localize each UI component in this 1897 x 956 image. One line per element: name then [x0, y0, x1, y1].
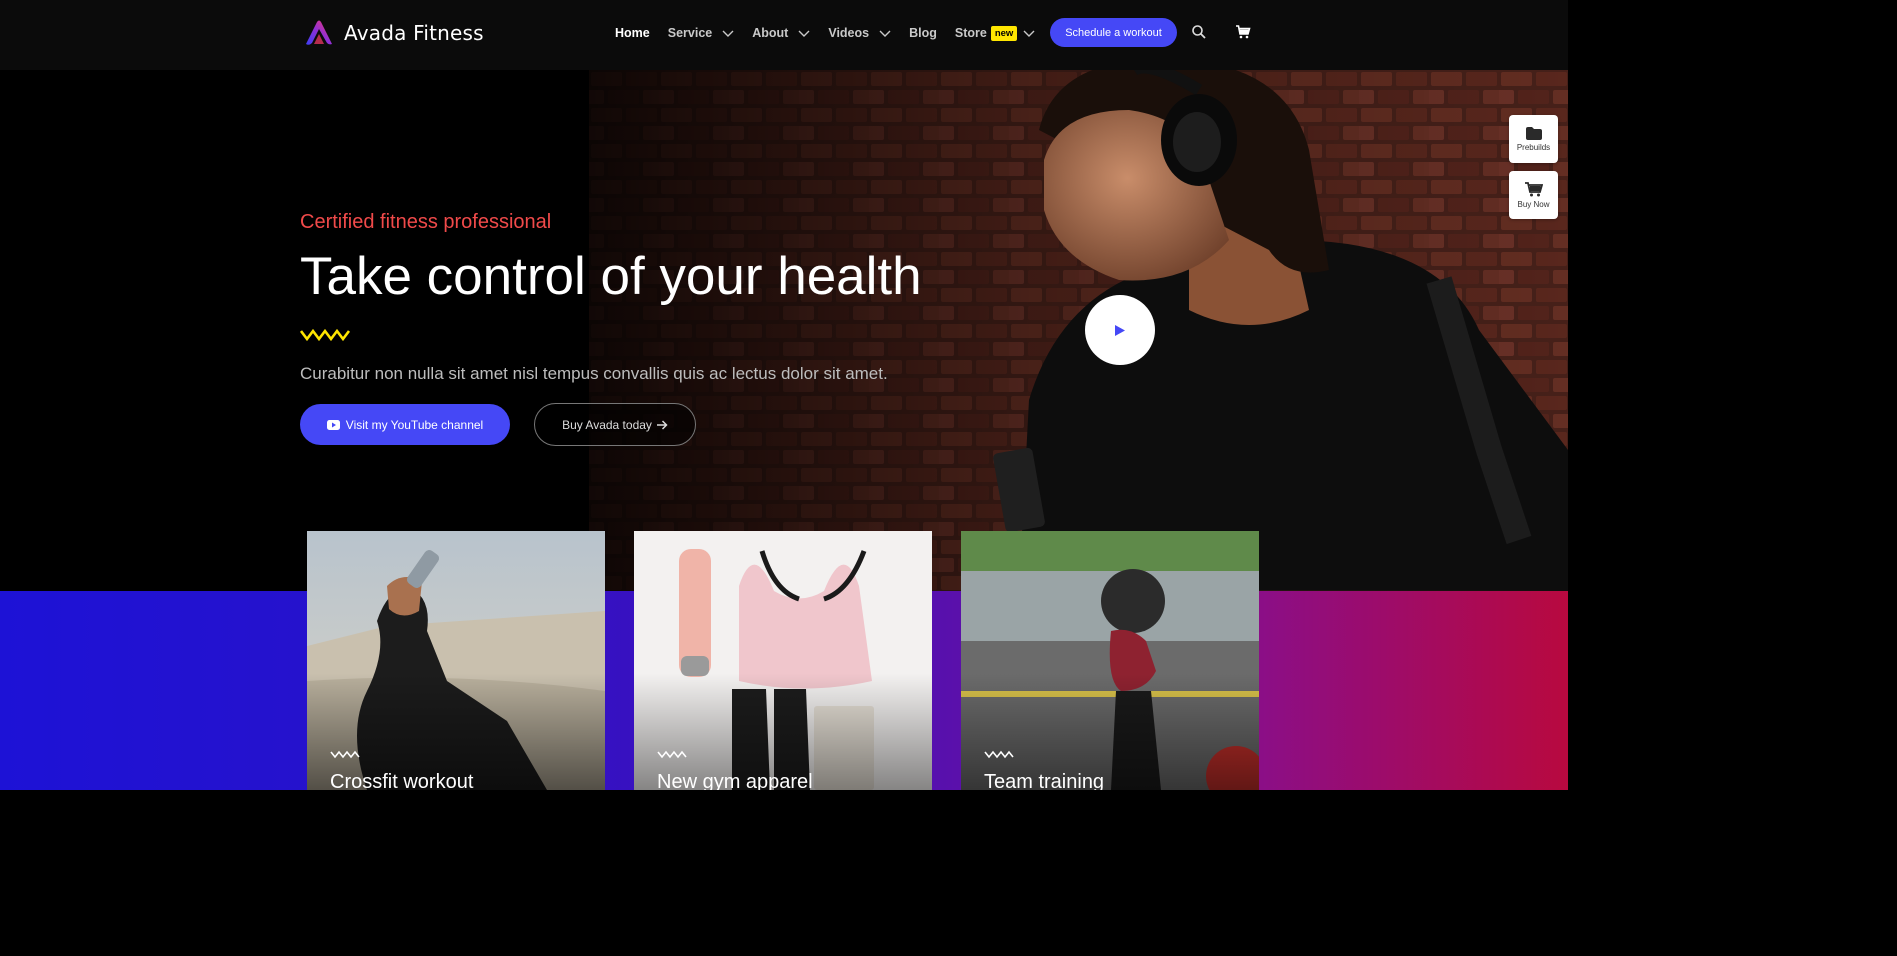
cart-icon — [1524, 181, 1543, 196]
hero-section: Certified fitness professional Take cont… — [0, 70, 1568, 591]
nav-item-home[interactable]: Home — [615, 26, 650, 40]
buy-now-widget[interactable]: Buy Now — [1509, 171, 1558, 219]
nav-item-label: Home — [615, 26, 650, 40]
chevron-down-icon — [722, 30, 734, 37]
nav-item-label: Store — [954, 26, 987, 40]
card-new-gym-apparel[interactable]: New gym apparel — [634, 531, 932, 790]
card-title: Crossfit workout — [330, 771, 474, 790]
zigzag-icon — [984, 750, 1014, 759]
hero-subtitle: Curabitur non nulla sit amet nisl tempus… — [300, 364, 888, 383]
logo-text: Avada Fitness — [344, 21, 484, 45]
zigzag-icon — [330, 750, 360, 759]
search-icon[interactable] — [1191, 24, 1207, 40]
youtube-channel-button[interactable]: Visit my YouTube channel — [300, 404, 510, 445]
card-title: New gym apparel — [657, 771, 813, 790]
folder-icon — [1525, 126, 1542, 140]
nav-item-blog[interactable]: Blog — [909, 26, 937, 40]
buy-avada-button[interactable]: Buy Avada today — [534, 403, 696, 446]
chevron-down-icon — [798, 30, 810, 37]
chevron-down-icon — [879, 30, 891, 37]
hero-eyebrow: Certified fitness professional — [300, 211, 552, 233]
schedule-workout-button[interactable]: Schedule a workout — [1050, 18, 1177, 47]
nav-item-store[interactable]: Store new — [954, 25, 1035, 41]
nav-item-label: Service — [667, 26, 713, 40]
nav-item-about[interactable]: About — [752, 26, 810, 40]
new-badge: new — [990, 25, 1018, 41]
prebuilds-widget[interactable]: Prebuilds — [1509, 115, 1558, 163]
nav-item-videos[interactable]: Videos — [828, 26, 891, 40]
buy-button-label: Buy Avada today — [562, 417, 652, 432]
youtube-button-label: Visit my YouTube channel — [345, 417, 484, 432]
buy-now-label: Buy Now — [1517, 199, 1550, 209]
zigzag-divider-icon — [300, 328, 351, 342]
nav-item-label: About — [752, 26, 789, 40]
chevron-down-icon — [1023, 30, 1035, 37]
site-header: Avada Fitness Home Service About Videos … — [0, 0, 1568, 70]
nav-item-label: Videos — [828, 26, 870, 40]
card-title: Team training — [984, 771, 1105, 790]
logo-mark-icon — [306, 20, 332, 45]
play-icon — [1115, 324, 1125, 336]
hero-title: Take control of your health — [300, 247, 922, 306]
zigzag-icon — [657, 750, 687, 759]
nav-item-service[interactable]: Service — [668, 26, 734, 40]
arrow-right-icon — [656, 419, 668, 430]
nav-item-label: Blog — [909, 26, 937, 40]
logo[interactable]: Avada Fitness — [304, 18, 484, 48]
card-team-training[interactable]: Team training — [961, 531, 1259, 790]
play-video-button[interactable] — [1085, 295, 1155, 365]
youtube-icon — [326, 419, 340, 430]
hero-photo-woman-headphones — [589, 70, 1568, 591]
main-nav: Home Service About Videos Blog Store new — [615, 22, 1053, 44]
prebuilds-label: Prebuilds — [1516, 142, 1551, 152]
cart-icon[interactable] — [1235, 24, 1251, 40]
card-crossfit-workout[interactable]: Crossfit workout — [307, 531, 605, 790]
